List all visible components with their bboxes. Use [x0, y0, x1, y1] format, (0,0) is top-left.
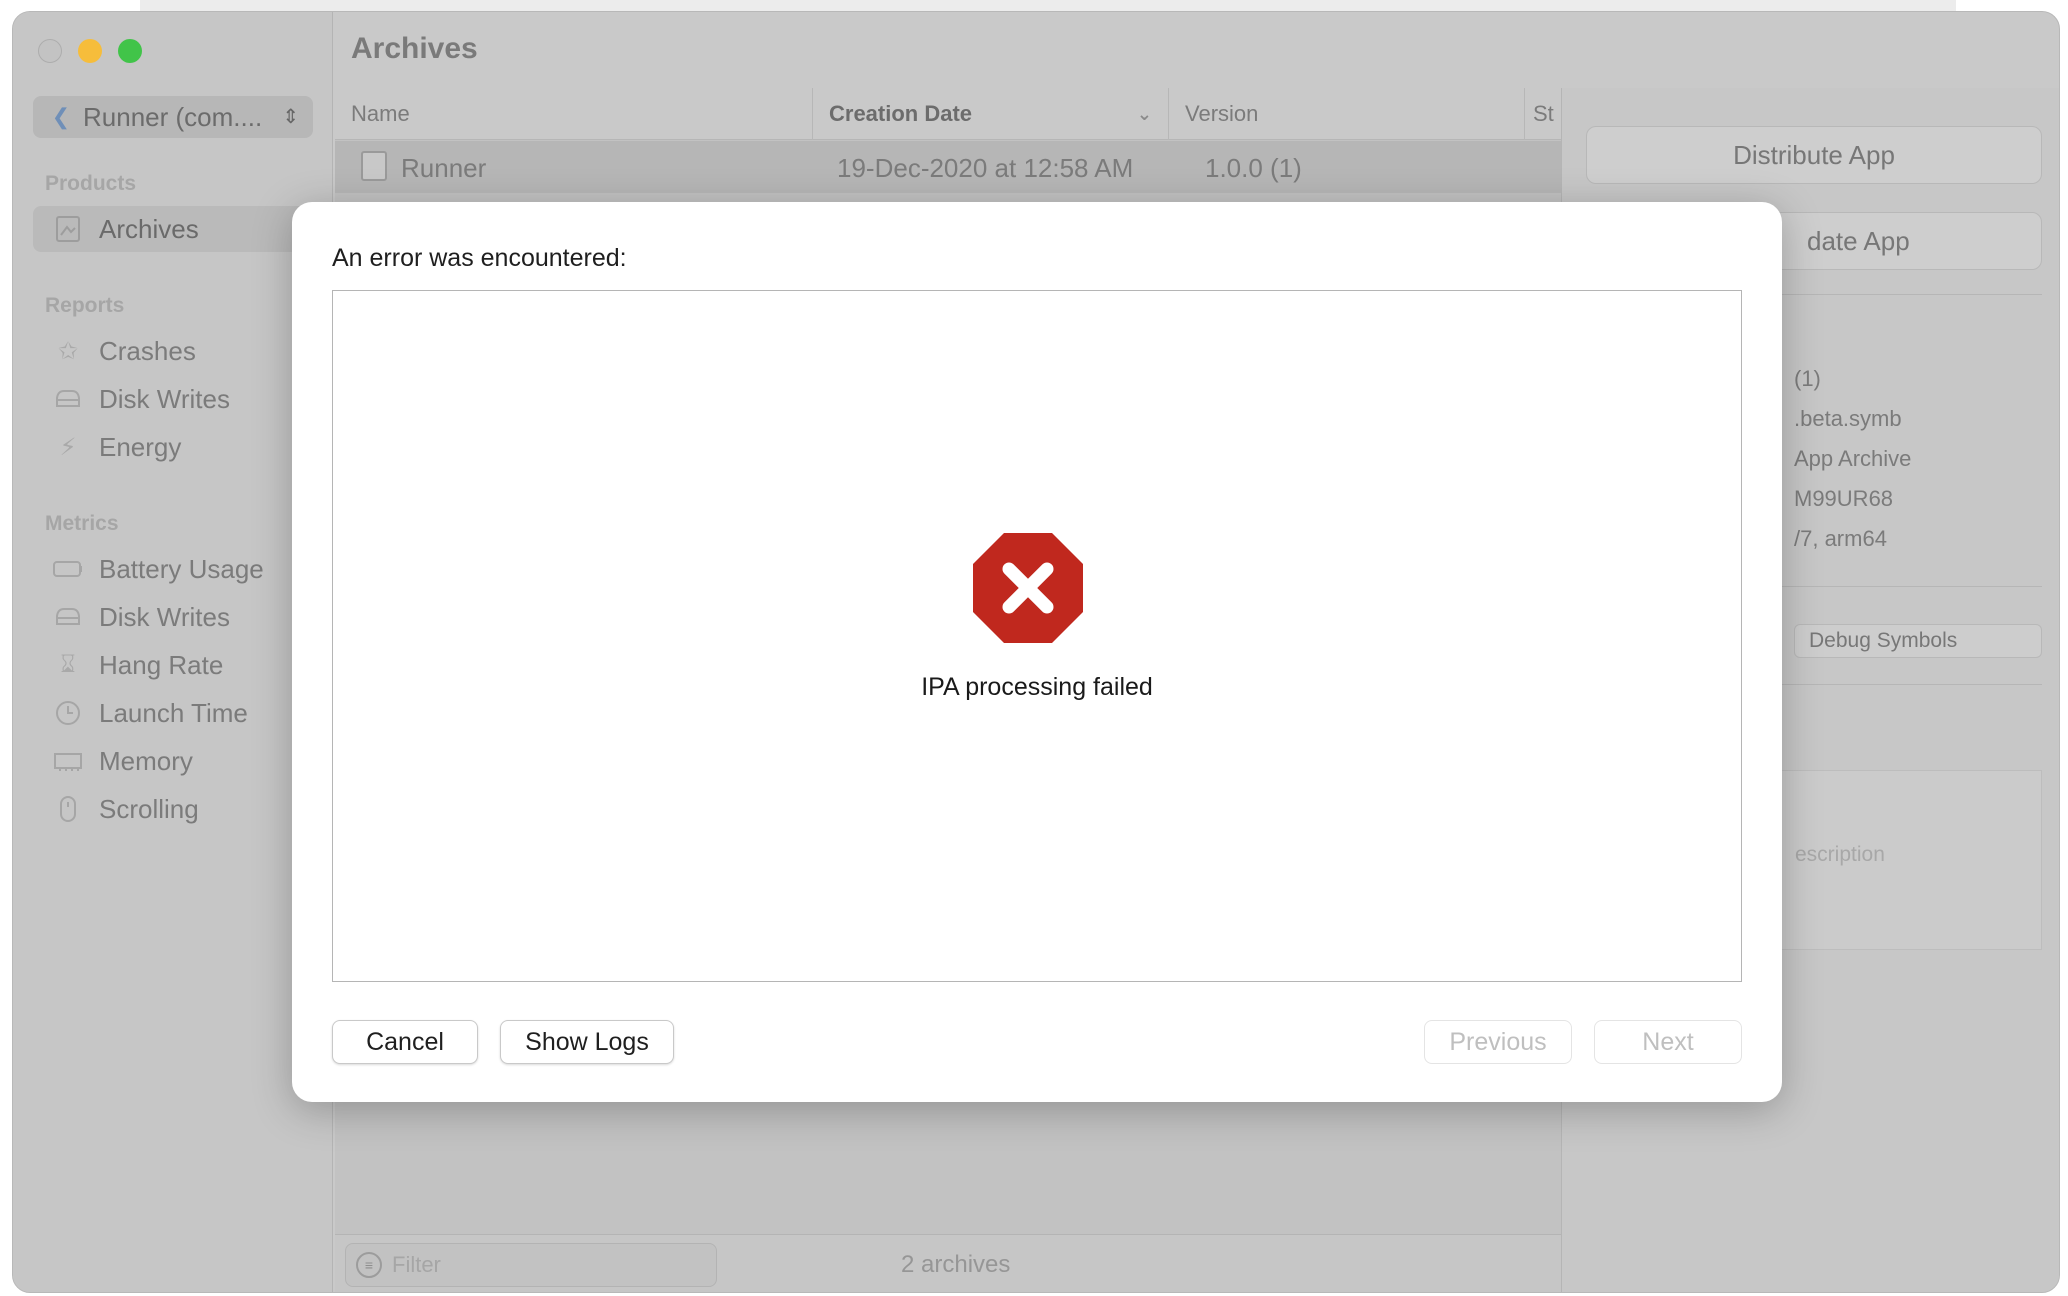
close-window-button[interactable]	[38, 39, 62, 63]
chevron-up-down-icon: ⇕	[282, 106, 299, 128]
crash-icon: ✩	[57, 337, 79, 365]
sidebar-item-label: Launch Time	[99, 697, 248, 728]
sidebar-item-launch-time[interactable]: Launch Time	[33, 690, 323, 736]
download-debug-symbols-button[interactable]: Debug Symbols	[1794, 624, 2042, 658]
hourglass-icon: ⌛︎	[60, 651, 76, 678]
sidebar-item-label: Archives	[99, 213, 199, 244]
list-bottom-bar: ≡ Filter 2 archives	[335, 1234, 1561, 1292]
disk-icon	[53, 384, 83, 414]
next-button[interactable]: Next	[1594, 1020, 1742, 1064]
section-title-reports: Reports	[45, 294, 125, 317]
sidebar-item-label: Energy	[99, 431, 182, 462]
battery-icon	[53, 554, 83, 584]
sidebar-item-scrolling[interactable]: Scrolling	[33, 786, 323, 832]
sidebar-item-disk-writes-report[interactable]: Disk Writes	[33, 376, 323, 422]
table-header: Name Creation Date ⌄ Version St	[335, 88, 1561, 140]
info-identifier: .beta.symb	[1794, 406, 1902, 431]
column-header-status[interactable]: St	[1525, 88, 1561, 140]
sidebar-item-label: Scrolling	[99, 793, 199, 824]
flutter-icon: ❮	[51, 104, 71, 129]
archive-file-icon	[361, 151, 387, 181]
sidebar-item-energy[interactable]: ⚡︎ Energy	[33, 424, 323, 470]
clock-icon	[53, 698, 83, 728]
column-header-version[interactable]: Version	[1169, 88, 1525, 140]
error-dialog: An error was encountered: IPA processing…	[292, 202, 1782, 1102]
filter-input[interactable]: ≡ Filter	[345, 1243, 717, 1287]
column-header-name[interactable]: Name	[335, 88, 813, 140]
archive-count: 2 archives	[901, 1251, 1011, 1278]
sidebar-item-label: Disk Writes	[99, 383, 230, 414]
sidebar-item-archives[interactable]: Archives	[33, 206, 323, 252]
page-title: Archives	[351, 32, 478, 65]
info-version: (1)	[1794, 366, 1821, 391]
sidebar-item-label: Hang Rate	[99, 649, 224, 680]
bolt-icon: ⚡︎	[59, 433, 77, 461]
sidebar-item-memory[interactable]: Memory	[33, 738, 323, 784]
section-title-products: Products	[45, 172, 137, 195]
dialog-title: An error was encountered:	[332, 244, 627, 272]
filter-icon: ≡	[356, 1252, 382, 1278]
row-creation-date: 19-Dec-2020 at 12:58 AM	[837, 153, 1134, 183]
error-message: IPA processing failed	[921, 673, 1153, 701]
table-row[interactable]: Runner 19-Dec-2020 at 12:58 AM 1.0.0 (1)	[335, 141, 1561, 193]
sidebar-item-label: Memory	[99, 745, 193, 776]
memory-chip-icon	[53, 746, 83, 776]
previous-button[interactable]: Previous	[1424, 1020, 1572, 1064]
minimize-window-button[interactable]	[78, 39, 102, 63]
sidebar-item-label: Crashes	[99, 335, 196, 366]
zoom-window-button[interactable]	[118, 39, 142, 63]
chevron-down-icon: ⌄	[1136, 103, 1152, 124]
info-architectures: /7, arm64	[1794, 526, 1887, 551]
sidebar-item-crashes[interactable]: ✩ Crashes	[33, 328, 323, 374]
row-version: 1.0.0 (1)	[1205, 153, 1302, 183]
description-placeholder: escription	[1795, 843, 1885, 866]
info-team: M99UR68	[1794, 486, 1894, 511]
error-stop-icon	[973, 533, 1083, 643]
distribute-app-button[interactable]: Distribute App	[1586, 126, 2042, 184]
sidebar-item-label: Disk Writes	[99, 601, 230, 632]
scheme-selector[interactable]: ❮ Runner (com.... ⇕	[33, 96, 313, 138]
archive-icon	[53, 214, 83, 244]
error-content-box: IPA processing failed	[332, 290, 1742, 982]
sidebar-item-label: Battery Usage	[99, 553, 264, 584]
filter-placeholder: Filter	[392, 1252, 441, 1277]
info-type: App Archive	[1794, 446, 1912, 471]
show-logs-button[interactable]: Show Logs	[500, 1020, 674, 1064]
column-header-label: Creation Date	[829, 101, 973, 126]
column-header-creation-date[interactable]: Creation Date ⌄	[813, 88, 1169, 140]
sidebar-item-battery-usage[interactable]: Battery Usage	[33, 546, 323, 592]
row-name: Runner	[401, 153, 487, 183]
sidebar-item-hang-rate[interactable]: ⌛︎ Hang Rate	[33, 642, 323, 688]
scheme-selector-label: Runner (com....	[83, 101, 263, 132]
disk-icon	[53, 602, 83, 632]
sidebar: ❮ Runner (com.... ⇕ Products Archives Re…	[13, 12, 333, 1292]
sidebar-item-disk-writes-metric[interactable]: Disk Writes	[33, 594, 323, 640]
scroll-icon	[53, 794, 83, 824]
cancel-button[interactable]: Cancel	[332, 1020, 478, 1064]
section-title-metrics: Metrics	[45, 512, 119, 535]
